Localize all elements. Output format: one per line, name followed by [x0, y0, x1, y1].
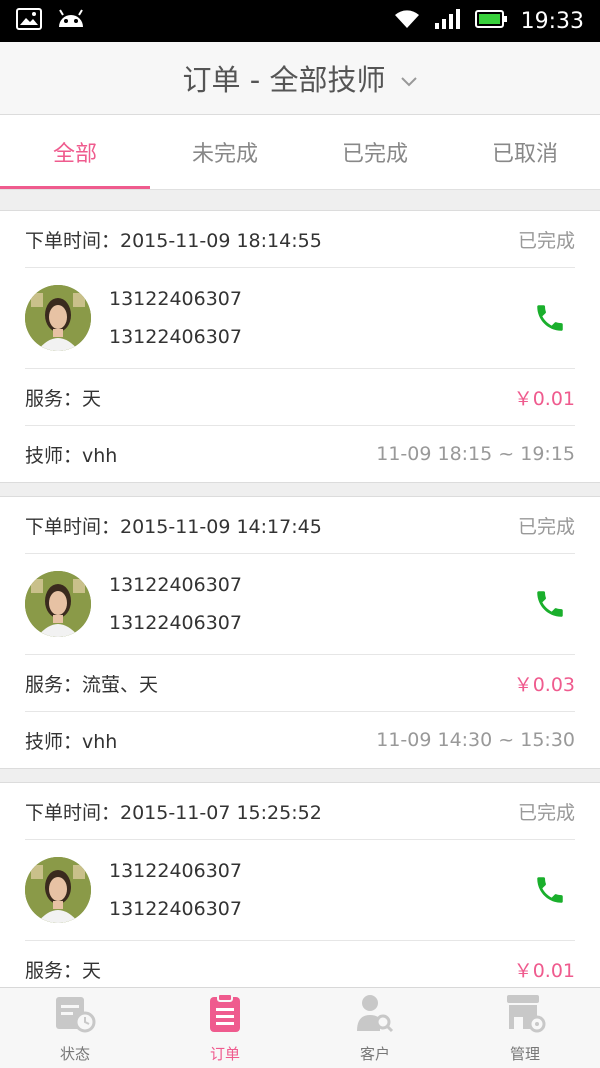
nav-status[interactable]: 状态 [0, 988, 150, 1068]
chevron-down-icon[interactable] [401, 72, 418, 91]
status-bar: 19:33 [0, 0, 600, 42]
nav-orders-label: 订单 [209, 1044, 240, 1063]
tab-cancelled[interactable]: 已取消 [450, 115, 600, 189]
order-status: 已完成 [517, 229, 575, 252]
gallery-icon [16, 8, 42, 34]
order-timeslot: 11-09 18:15 ~ 19:15 [376, 443, 575, 465]
customer-phone: 13122406307 [109, 898, 242, 920]
nav-customers[interactable]: 客户 [300, 988, 450, 1068]
clock-text: 19:33 [520, 8, 584, 34]
manage-icon [504, 993, 546, 1037]
order-price: ￥0.03 [513, 673, 575, 696]
order-service: 服务：流萤、天 [25, 673, 159, 696]
customer-phone: 13122406307 [109, 326, 242, 348]
bottom-nav: 状态 订单 客户 管理 [0, 987, 600, 1068]
order-icon [207, 992, 243, 1037]
order-status: 已完成 [517, 801, 575, 824]
signal-icon [434, 9, 461, 33]
avatar [25, 857, 91, 923]
avatar [25, 285, 91, 351]
nav-manage-label: 管理 [509, 1044, 540, 1063]
phone-call-icon[interactable] [533, 873, 567, 907]
customer-phone: 13122406307 [109, 860, 242, 882]
customer-icon [355, 993, 395, 1037]
nav-status-label: 状态 [59, 1044, 90, 1063]
order-timeslot: 11-09 14:30 ~ 15:30 [376, 729, 575, 751]
page-title: 订单 - 全部技师 [182, 63, 386, 97]
order-card[interactable]: 下单时间：2015-11-07 15:25:52 已完成 13122406307… [0, 782, 600, 998]
tab-completed[interactable]: 已完成 [300, 115, 450, 189]
order-technician: 技师：vhh [25, 730, 118, 753]
order-technician: 技师：vhh [25, 444, 118, 467]
page-header[interactable]: 订单 - 全部技师 [0, 42, 600, 115]
order-list: 下单时间：2015-11-09 18:14:55 已完成 13122406307… [0, 210, 600, 1011]
phone-call-icon[interactable] [533, 587, 567, 621]
tab-all[interactable]: 全部 [0, 115, 150, 189]
android-icon [56, 9, 86, 33]
phone-call-icon[interactable] [533, 301, 567, 335]
order-time: 下单时间：2015-11-09 14:17:45 [25, 515, 322, 538]
nav-orders[interactable]: 订单 [150, 988, 300, 1068]
customer-phone: 13122406307 [109, 574, 242, 596]
order-card[interactable]: 下单时间：2015-11-09 18:14:55 已完成 13122406307… [0, 210, 600, 483]
nav-manage[interactable]: 管理 [450, 988, 600, 1068]
order-service: 服务：天 [25, 387, 102, 410]
order-tabs: 全部 未完成 已完成 已取消 [0, 115, 600, 190]
tab-incomplete[interactable]: 未完成 [150, 115, 300, 189]
status-icon [54, 993, 96, 1037]
order-price: ￥0.01 [513, 959, 575, 982]
avatar [25, 571, 91, 637]
battery-icon [474, 9, 507, 33]
customer-phone: 13122406307 [109, 612, 242, 634]
order-time: 下单时间：2015-11-07 15:25:52 [25, 801, 322, 824]
wifi-icon [393, 9, 421, 33]
order-time: 下单时间：2015-11-09 18:14:55 [25, 229, 322, 252]
order-card[interactable]: 下单时间：2015-11-09 14:17:45 已完成 13122406307… [0, 496, 600, 769]
nav-customers-label: 客户 [359, 1044, 390, 1063]
order-price: ￥0.01 [513, 387, 575, 410]
customer-phone: 13122406307 [109, 288, 242, 310]
order-status: 已完成 [517, 515, 575, 538]
order-service: 服务：天 [25, 959, 102, 982]
